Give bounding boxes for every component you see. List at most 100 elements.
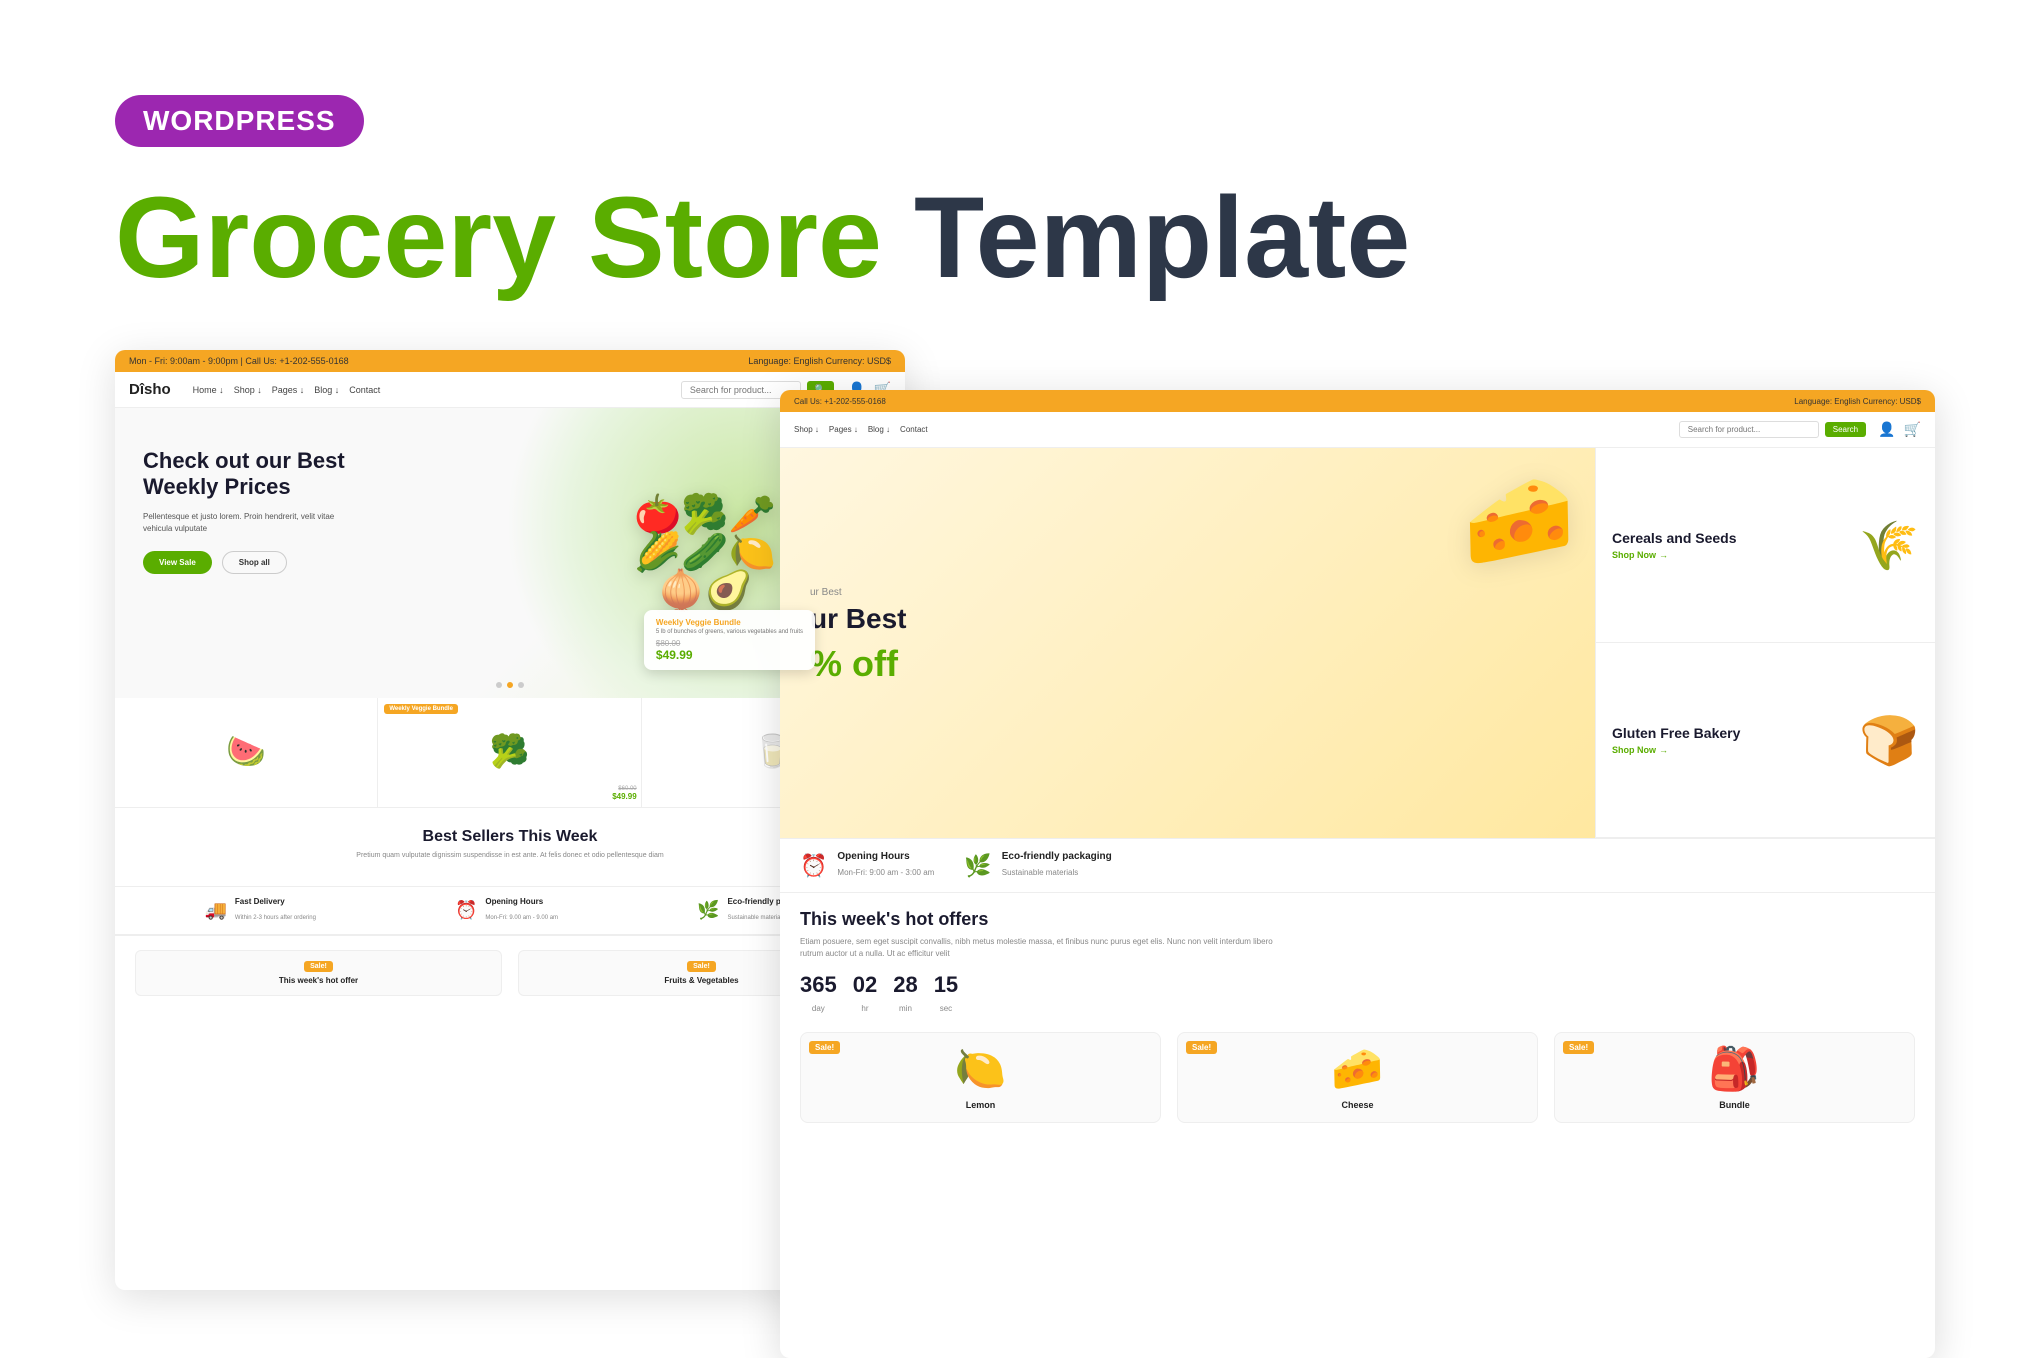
countdown-hr-label: hr [861, 1004, 868, 1013]
bakery-arrow-icon: → [1659, 745, 1668, 755]
r-product-1[interactable]: Sale! 🍋 Lemon [800, 1032, 1161, 1123]
thumb-watermelon[interactable]: 🍉 [115, 698, 378, 807]
best-sellers-title: Best Sellers This Week [135, 828, 885, 846]
countdown-sec-num: 15 [934, 972, 958, 998]
right-nav: Shop ↓ Pages ↓ Blog ↓ Contact Search 👤 🛒 [780, 412, 1935, 448]
best-sellers-subtitle: Pretium quam vulputate dignissim suspend… [350, 851, 670, 862]
r-product-1-title: Lemon [813, 1100, 1148, 1110]
dot-2[interactable] [507, 682, 513, 688]
hot-offer-1-label: This week's hot offer [146, 976, 491, 985]
hero-dots [496, 682, 524, 688]
cereals-shop-now[interactable]: Shop Now → [1612, 550, 1737, 560]
right-nav-links: Shop ↓ Pages ↓ Blog ↓ Contact [794, 425, 928, 434]
fast-delivery-text: Fast Delivery Within 2-3 hours after ord… [235, 897, 316, 924]
right-sidebar: Cereals and Seeds Shop Now → 🌾 Gluten Fr… [1595, 448, 1935, 838]
right-hot-subtitle: Etiam posuere, sem eget suscipit convall… [800, 936, 1280, 960]
bakery-card-text: Gluten Free Bakery Shop Now → [1612, 725, 1740, 756]
main-heading: Grocery Store Template [115, 175, 1410, 302]
countdown-day: 365 day [800, 972, 837, 1016]
hot-offer-1[interactable]: Sale! This week's hot offer [135, 950, 502, 996]
r-cart-icon[interactable]: 🛒 [1904, 421, 1921, 438]
r-opening-icon: ⏰ [800, 853, 827, 879]
r-user-icon[interactable]: 👤 [1878, 421, 1895, 438]
opening-hours-sub: Mon-Fri: 9.00 am - 9.00 am [485, 915, 558, 921]
left-topbar: Mon - Fri: 9:00am - 9:00pm | Call Us: +1… [115, 350, 905, 372]
bakery-card[interactable]: Gluten Free Bakery Shop Now → 🍞 [1596, 643, 1935, 838]
right-hot-title: This week's hot offers [800, 909, 1915, 930]
nav-pages[interactable]: Pages ↓ [272, 385, 305, 395]
r-nav-pages[interactable]: Pages ↓ [829, 425, 858, 434]
cheese-emoji: 🧀 [1463, 468, 1575, 573]
price-card: Weekly Veggie Bundle 5 lb of bunches of … [644, 610, 815, 670]
countdown-hr: 02 hr [853, 972, 877, 1016]
fast-delivery-sub: Within 2-3 hours after ordering [235, 915, 316, 921]
r-nav-shop[interactable]: Shop ↓ [794, 425, 819, 434]
hero-title: Check out our BestWeekly Prices [143, 448, 345, 501]
hot-offer-1-badge: Sale! [304, 961, 333, 972]
price-card-subtitle: 5 lb of bunches of greens, various veget… [656, 629, 803, 635]
shop-all-button[interactable]: Shop all [222, 551, 287, 574]
r-product-3-badge: Sale! [1563, 1041, 1594, 1054]
r-eco-text: Eco-friendly packaging Sustainable mater… [1002, 851, 1112, 880]
thumb-veggies[interactable]: Weekly Veggie Bundle 🥦 $60.00 $49.99 [378, 698, 641, 807]
nav-contact[interactable]: Contact [349, 385, 380, 395]
price-new: $49.99 [656, 648, 803, 662]
bakery-emoji: 🍞 [1859, 712, 1919, 769]
right-nav-icons: 👤 🛒 [1878, 421, 1921, 438]
heading-dark: Template [914, 174, 1410, 302]
r-nav-contact[interactable]: Contact [900, 425, 928, 434]
right-search: Search [1679, 421, 1866, 438]
right-hero-area: ur Best ur Best % off 🧀 Cereals and Seed… [780, 448, 1935, 838]
r-feature-opening: ⏰ Opening Hours Mon-Fri: 9:00 am - 3:00 … [800, 851, 934, 880]
veggies-new-price: $49.99 [612, 792, 636, 801]
nav-blog[interactable]: Blog ↓ [314, 385, 339, 395]
left-logo: Dîsho [129, 381, 171, 398]
right-topbar-right: Language: English Currency: USD$ [1794, 397, 1921, 406]
countdown-day-num: 365 [800, 972, 837, 998]
countdown-sec: 15 sec [934, 972, 958, 1016]
dot-1[interactable] [496, 682, 502, 688]
feature-opening-hours: ⏰ Opening Hours Mon-Fri: 9.00 am - 9.00 … [455, 897, 558, 924]
view-sale-button[interactable]: View Sale [143, 551, 212, 574]
right-hot-offers: This week's hot offers Etiam posuere, se… [780, 893, 1935, 1139]
hot-offer-2-badge: Sale! [687, 961, 716, 972]
nav-shop[interactable]: Shop ↓ [234, 385, 262, 395]
price-card-title: Weekly Veggie Bundle [656, 618, 803, 627]
countdown-min: 28 min [893, 972, 917, 1016]
right-search-input[interactable] [1679, 421, 1819, 438]
r-opening-text: Opening Hours Mon-Fri: 9:00 am - 3:00 am [837, 851, 934, 880]
cereals-title: Cereals and Seeds [1612, 530, 1737, 547]
watermelon-emoji: 🍉 [226, 732, 266, 770]
r-eco-sub: Sustainable materials [1002, 868, 1078, 877]
right-search-button[interactable]: Search [1825, 422, 1866, 437]
hero-subtitle: Pellentesque et justo lorem. Proin hendr… [143, 511, 343, 535]
left-nav-links: Home ↓ Shop ↓ Pages ↓ Blog ↓ Contact [193, 385, 381, 395]
veggies-prices: $60.00 $49.99 [612, 786, 636, 801]
r-feature-eco: 🌿 Eco-friendly packaging Sustainable mat… [964, 851, 1111, 880]
opening-hours-text: Opening Hours Mon-Fri: 9.00 am - 9.00 am [485, 897, 558, 924]
right-products-row: Sale! 🍋 Lemon Sale! 🧀 Cheese Sale! 🎒 Bun… [800, 1032, 1915, 1123]
r-eco-title: Eco-friendly packaging [1002, 851, 1112, 862]
countdown: 365 day 02 hr 28 min 15 sec [800, 972, 1915, 1016]
left-topbar-left: Mon - Fri: 9:00am - 9:00pm | Call Us: +1… [129, 356, 349, 366]
bakery-shop-now[interactable]: Shop Now → [1612, 745, 1740, 755]
dot-3[interactable] [518, 682, 524, 688]
r-product-3[interactable]: Sale! 🎒 Bundle [1554, 1032, 1915, 1123]
r-nav-blog[interactable]: Blog ↓ [868, 425, 890, 434]
wordpress-badge: WORDPRESS [115, 95, 364, 147]
fast-delivery-icon: 🚚 [204, 900, 226, 921]
cereals-card[interactable]: Cereals and Seeds Shop Now → 🌾 [1596, 448, 1935, 643]
r-product-2[interactable]: Sale! 🧀 Cheese [1177, 1032, 1538, 1123]
right-topbar-left: Call Us: +1-202-555-0168 [794, 397, 886, 406]
right-hero-eyebrow: ur Best [810, 587, 1565, 598]
r-product-2-emoji: 🧀 [1190, 1045, 1525, 1094]
r-opening-sub: Mon-Fri: 9:00 am - 3:00 am [837, 868, 934, 877]
bakery-title: Gluten Free Bakery [1612, 725, 1740, 742]
opening-hours-title: Opening Hours [485, 897, 558, 906]
left-topbar-right: Language: English Currency: USD$ [748, 356, 891, 366]
r-eco-icon: 🌿 [964, 853, 991, 879]
nav-home[interactable]: Home ↓ [193, 385, 224, 395]
countdown-sec-label: sec [940, 1004, 952, 1013]
fast-delivery-title: Fast Delivery [235, 897, 316, 906]
r-product-1-emoji: 🍋 [813, 1045, 1148, 1094]
